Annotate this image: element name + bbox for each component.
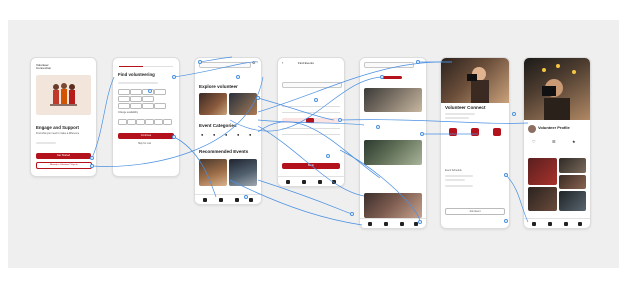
connector	[505, 174, 529, 223]
connector-node	[172, 75, 176, 79]
connector-node	[420, 132, 424, 136]
connector	[199, 56, 233, 63]
connector	[257, 121, 381, 179]
connector-node	[350, 212, 354, 216]
connector	[257, 119, 365, 126]
connector-node	[172, 135, 176, 139]
connector	[229, 179, 363, 226]
connector-node	[90, 156, 94, 160]
connector-node	[148, 89, 152, 93]
flow-connectors	[91, 56, 529, 226]
connector-node	[416, 60, 420, 64]
connector-node	[504, 219, 508, 223]
connector-node	[256, 96, 260, 100]
connector-node	[314, 98, 318, 102]
connector-node	[512, 112, 516, 116]
connector-node	[504, 173, 508, 177]
connector	[257, 97, 335, 121]
connector	[173, 136, 217, 198]
connector-node	[338, 118, 342, 122]
connector	[91, 76, 115, 159]
prototype-canvas: Volunteer Connection Engage and Support …	[0, 0, 627, 291]
connector-node	[90, 164, 94, 168]
connector	[339, 119, 529, 124]
connector-node	[236, 75, 240, 79]
connector-node	[376, 125, 380, 129]
connector	[173, 61, 259, 78]
connector-node	[198, 60, 202, 64]
connector-node	[418, 220, 422, 224]
connector-node	[380, 75, 384, 79]
connector-node	[326, 154, 330, 158]
connector-node	[244, 195, 248, 199]
connector	[229, 76, 383, 132]
connector	[257, 61, 453, 113]
connector	[91, 76, 264, 167]
